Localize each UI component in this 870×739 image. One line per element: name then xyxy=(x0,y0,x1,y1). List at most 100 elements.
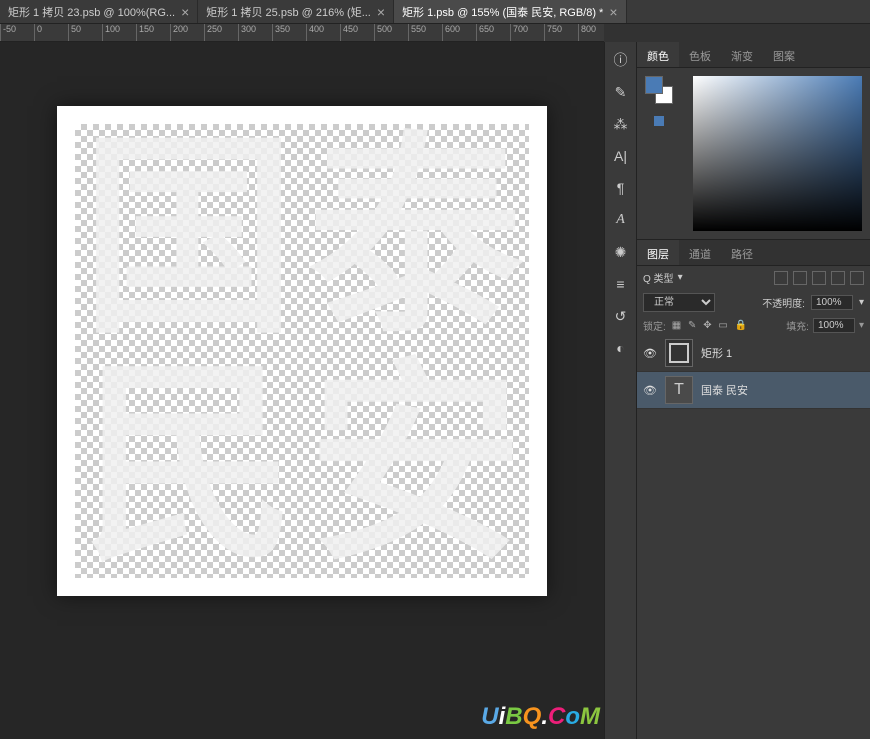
lock-all-icon[interactable]: 🔒 xyxy=(735,320,747,331)
mini-swatch[interactable] xyxy=(654,116,664,126)
opacity-input[interactable] xyxy=(811,295,853,310)
ruler-tick: 750 xyxy=(544,24,562,41)
layer-item[interactable]: 👁 T 国泰 民安 xyxy=(637,372,870,409)
layers-panel-tabs: 图层 通道 路径 xyxy=(637,240,870,266)
ruler-tick: 50 xyxy=(68,24,81,41)
ruler-tick: 300 xyxy=(238,24,256,41)
chevron-down-icon[interactable]: ▾ xyxy=(678,272,683,283)
timeline-icon[interactable]: ≡ xyxy=(609,272,633,296)
ruler-tick: 200 xyxy=(170,24,188,41)
history-icon[interactable]: ↺ xyxy=(609,304,633,328)
horizontal-ruler: -50 0 50 100 150 200 250 300 350 400 450 500 550 600 6… xyxy=(0,24,604,42)
right-panels: 颜色 色板 渐变 图案 图层 xyxy=(636,42,870,739)
main-area: 国 泰 民 安 ⓘ ✎ ⁂ A| ¶ A ✺ ≡ ↺ ◐ 颜色 色板 渐变 图案 xyxy=(0,42,870,739)
tab-label: 矩形 1 拷贝 25.psb @ 216% (矩... xyxy=(206,4,371,20)
layer-item[interactable]: 👁 矩形 1 xyxy=(637,335,870,372)
layer-name[interactable]: 矩形 1 xyxy=(701,345,732,361)
ruler-tick: 350 xyxy=(272,24,290,41)
layer-filter-label[interactable]: Q 类型 xyxy=(643,270,674,285)
fill-input[interactable] xyxy=(813,318,855,333)
doc-tab-2[interactable]: 矩形 1 拷贝 25.psb @ 216% (矩... × xyxy=(198,0,394,23)
layer-list: 👁 矩形 1 👁 T 国泰 民安 xyxy=(637,335,870,409)
lock-transparency-icon[interactable]: ▦ xyxy=(672,320,681,331)
ruler-tick: 250 xyxy=(204,24,222,41)
tab-label: 矩形 1.psb @ 155% (国泰 民安, RGB/8) * xyxy=(402,4,603,20)
layer-name[interactable]: 国泰 民安 xyxy=(701,382,748,398)
adjust-icon[interactable]: ◐ xyxy=(609,336,633,360)
ruler-tick: 650 xyxy=(476,24,494,41)
ruler-tick: -50 xyxy=(0,24,16,41)
layer-filter-row: Q 类型 ▾ xyxy=(637,266,870,289)
ruler-tick: 0 xyxy=(34,24,42,41)
chevron-down-icon[interactable]: ▾ xyxy=(859,320,864,331)
filter-type-icon[interactable] xyxy=(812,271,826,285)
watermark: UiBQ.CoM xyxy=(481,703,600,731)
info-icon[interactable]: ⓘ xyxy=(609,48,633,72)
filter-shape-icon[interactable] xyxy=(831,271,845,285)
collapsed-toolbar: ⓘ ✎ ⁂ A| ¶ A ✺ ≡ ↺ ◐ xyxy=(604,42,636,739)
color-panel-tabs: 颜色 色板 渐变 图案 xyxy=(637,42,870,68)
tab-color[interactable]: 颜色 xyxy=(637,42,679,67)
ruler-tick: 150 xyxy=(136,24,154,41)
close-icon[interactable]: × xyxy=(181,4,189,20)
ruler-tick: 100 xyxy=(102,24,120,41)
visibility-eye-icon[interactable]: 👁 xyxy=(643,384,657,397)
fill-label: 填充: xyxy=(786,318,809,333)
close-icon[interactable]: × xyxy=(609,4,617,20)
tab-gradient[interactable]: 渐变 xyxy=(721,42,763,67)
opacity-label: 不透明度: xyxy=(762,295,805,310)
blend-row: 正常 不透明度: ▾ xyxy=(637,289,870,316)
canvas[interactable]: 国 泰 民 安 xyxy=(57,106,547,596)
brush-icon[interactable]: ✎ xyxy=(609,80,633,104)
color-field[interactable] xyxy=(693,76,862,231)
lock-position-icon[interactable]: ✥ xyxy=(703,320,711,331)
layer-thumbnail[interactable]: T xyxy=(665,376,693,404)
glyph-icon[interactable]: A xyxy=(609,208,633,232)
ruler-tick: 800 xyxy=(578,24,596,41)
tab-label: 矩形 1 拷贝 23.psb @ 100%(RG... xyxy=(8,4,175,20)
paragraph-icon[interactable]: ¶ xyxy=(609,176,633,200)
lock-row: 锁定: ▦ ✎ ✥ ▭ 🔒 填充: ▾ xyxy=(637,316,870,335)
tab-layers[interactable]: 图层 xyxy=(637,240,679,265)
starburst-icon[interactable]: ✺ xyxy=(609,240,633,264)
ruler-tick: 700 xyxy=(510,24,528,41)
close-icon[interactable]: × xyxy=(377,4,385,20)
lock-artboard-icon[interactable]: ▭ xyxy=(718,320,727,331)
doc-tab-1[interactable]: 矩形 1 拷贝 23.psb @ 100%(RG... × xyxy=(0,0,198,23)
filter-adjust-icon[interactable] xyxy=(793,271,807,285)
ruler-tick: 450 xyxy=(340,24,358,41)
tab-paths[interactable]: 路径 xyxy=(721,240,763,265)
doc-tab-3[interactable]: 矩形 1.psb @ 155% (国泰 民安, RGB/8) * × xyxy=(394,0,626,23)
filter-pixel-icon[interactable] xyxy=(774,271,788,285)
tab-channels[interactable]: 通道 xyxy=(679,240,721,265)
lock-icons: ▦ ✎ ✥ ▭ 🔒 xyxy=(670,320,749,331)
mini-swatches xyxy=(654,116,664,126)
blend-mode-select[interactable]: 正常 xyxy=(643,293,715,312)
canvas-text: 国 泰 民 安 xyxy=(75,124,529,578)
ruler-tick: 500 xyxy=(374,24,392,41)
char-4: 安 xyxy=(302,351,529,578)
layers-panel: 图层 通道 路径 Q 类型 ▾ 正常 不透明度: xyxy=(637,239,870,409)
ruler-tick: 600 xyxy=(442,24,460,41)
chevron-down-icon[interactable]: ▾ xyxy=(859,297,864,308)
type-icon[interactable]: A| xyxy=(609,144,633,168)
layer-filter-icons xyxy=(774,271,864,285)
char-1: 国 xyxy=(75,124,302,351)
lock-label: 锁定: xyxy=(643,318,666,333)
document-tabs: 矩形 1 拷贝 23.psb @ 100%(RG... × 矩形 1 拷贝 25… xyxy=(0,0,870,24)
char-3: 民 xyxy=(75,351,302,578)
wand-icon[interactable]: ⁂ xyxy=(609,112,633,136)
tab-swatches[interactable]: 色板 xyxy=(679,42,721,67)
fg-bg-swatches[interactable] xyxy=(645,76,673,104)
layer-thumbnail[interactable] xyxy=(665,339,693,367)
visibility-eye-icon[interactable]: 👁 xyxy=(643,347,657,360)
filter-smart-icon[interactable] xyxy=(850,271,864,285)
ruler-tick: 550 xyxy=(408,24,426,41)
ruler-tick: 400 xyxy=(306,24,324,41)
char-2: 泰 xyxy=(302,124,529,351)
tab-pattern[interactable]: 图案 xyxy=(763,42,805,67)
color-panel xyxy=(637,68,870,239)
canvas-viewport[interactable]: 国 泰 民 安 xyxy=(0,42,604,739)
lock-paint-icon[interactable]: ✎ xyxy=(688,320,696,331)
foreground-swatch[interactable] xyxy=(645,76,663,94)
